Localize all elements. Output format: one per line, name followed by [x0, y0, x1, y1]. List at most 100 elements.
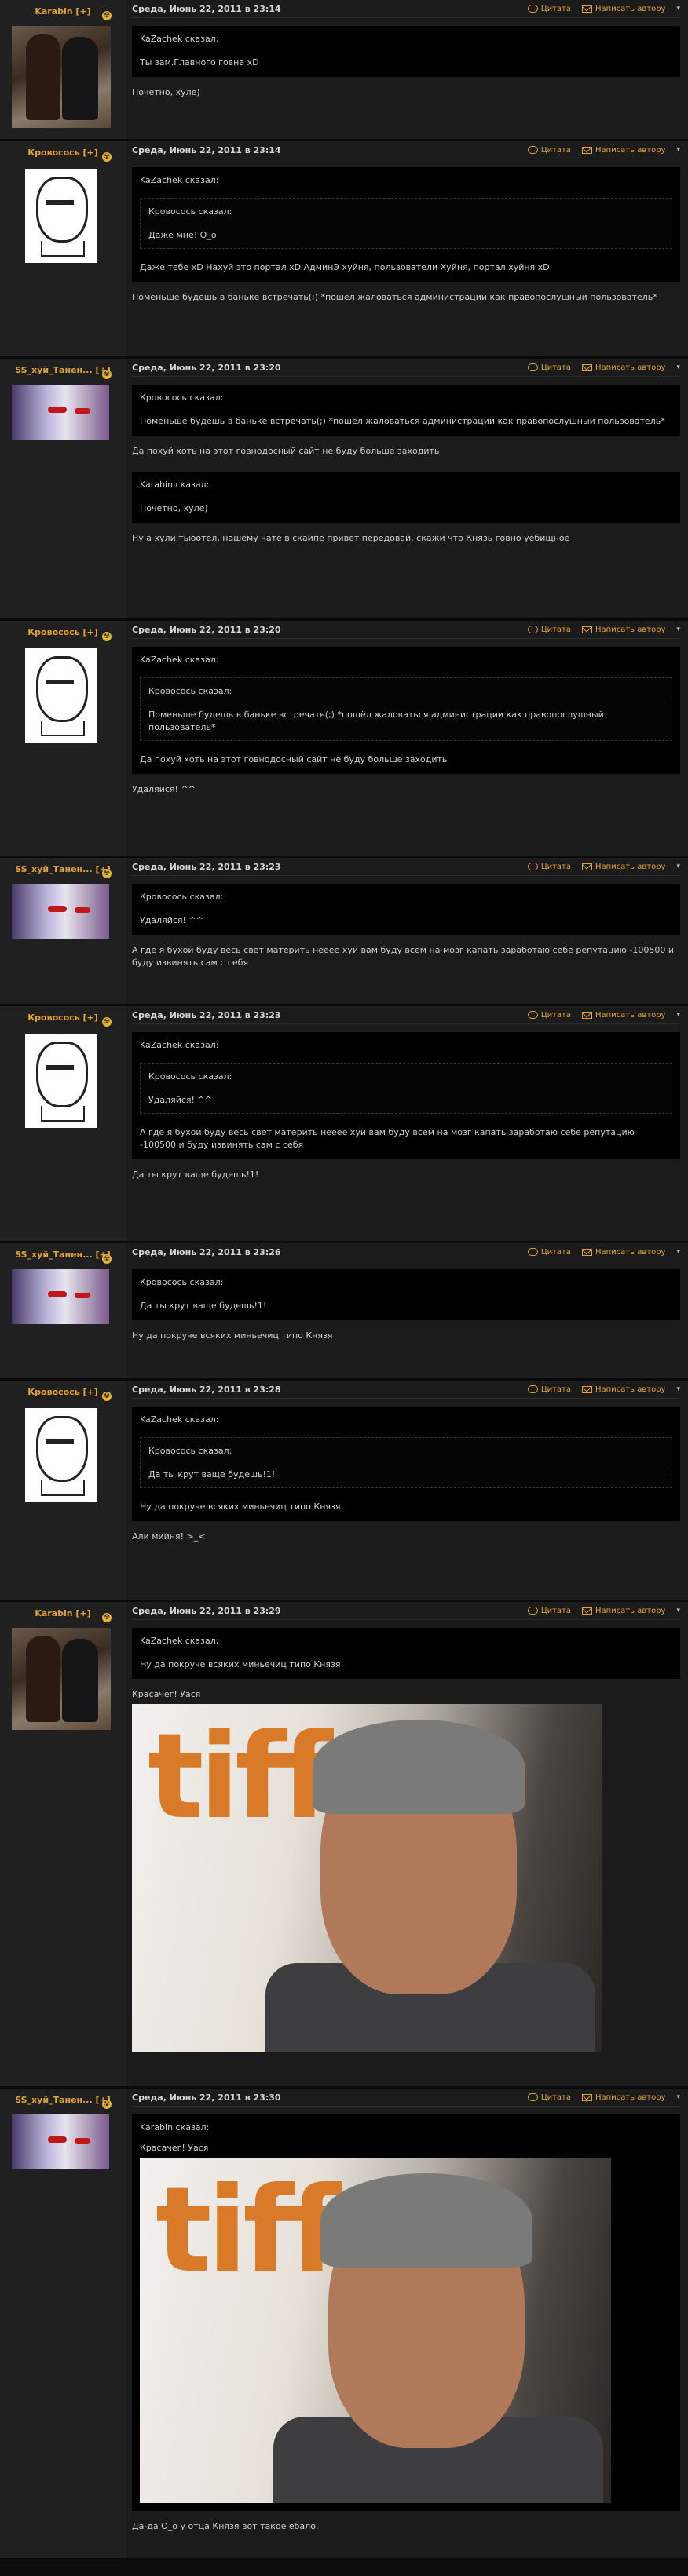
- post-menu-arrow-icon[interactable]: ▾: [676, 863, 680, 870]
- mail-icon: [582, 2093, 593, 2101]
- quote-button[interactable]: Цитата: [527, 863, 571, 871]
- quote-button[interactable]: Цитата: [527, 1385, 571, 1394]
- post-menu-arrow-icon[interactable]: ▾: [676, 1385, 680, 1393]
- quote-text: Поменьше будешь в баньке встречать(;) *п…: [140, 416, 665, 426]
- quote-author: Karabin сказал:: [140, 2122, 210, 2133]
- post-date: Среда, Июнь 22, 2011 в 23:29: [132, 1605, 281, 1616]
- avatar: [25, 1034, 97, 1128]
- quote-icon: [527, 1385, 538, 1393]
- avatar: [25, 648, 97, 743]
- quote-button[interactable]: Цитата: [527, 146, 571, 155]
- radiation-icon: ☢: [102, 152, 112, 162]
- post-body: Да-да О_о у отца Князя вот такое ебало.: [132, 2521, 319, 2531]
- quoted-image: tiff.: [140, 2158, 611, 2503]
- quote-author: KaZachek сказал:: [140, 655, 219, 665]
- quote-text: Да похуй хоть на этот говнодосный сайт н…: [140, 754, 448, 764]
- quote-text: Ну да покруче всяких миньечиц типо Князя: [140, 1501, 341, 1512]
- post-content: Среда, Июнь 22, 2011 в 23:14 Цитата Напи…: [126, 0, 688, 139]
- quote-text: Да ты крут ваще будешь!1!: [140, 1301, 267, 1311]
- quote-text: Поменьше будешь в баньке встречать(;) *п…: [148, 710, 604, 732]
- post: Кровосось [+] ☢ Среда, Июнь 22, 2011 в 2…: [0, 1381, 688, 1602]
- post-menu-arrow-icon[interactable]: ▾: [676, 626, 680, 633]
- quote-block: Кровосось сказал: Удаляйся! ^^: [132, 884, 680, 935]
- pm-author-button[interactable]: Написать автору: [582, 1385, 665, 1394]
- post: Кровосось [+] ☢ Среда, Июнь 22, 2011 в 2…: [0, 621, 688, 858]
- pm-author-button[interactable]: Написать автору: [582, 1607, 665, 1615]
- post-date: Среда, Июнь 22, 2011 в 23:26: [132, 1246, 281, 1257]
- post: SS_xуй_Танен... [+] ☢ Среда, Июнь 22, 20…: [0, 1243, 688, 1381]
- pm-author-button[interactable]: Написать автору: [582, 863, 665, 871]
- post-body: Али мииня! >_<: [132, 1531, 206, 1542]
- post-date: Среда, Июнь 22, 2011 в 23:23: [132, 1009, 281, 1020]
- user-panel: Кровосось [+] ☢: [0, 1006, 126, 1241]
- post-menu-arrow-icon[interactable]: ▾: [676, 5, 680, 13]
- post-menu-arrow-icon[interactable]: ▾: [676, 1011, 680, 1019]
- avatar: [12, 884, 109, 939]
- quote-block: KaZachek сказал: Ну да покруче всяких ми…: [132, 1628, 680, 1679]
- post-date: Среда, Июнь 22, 2011 в 23:23: [132, 861, 281, 872]
- quote-button[interactable]: Цитата: [527, 626, 571, 634]
- post-menu-arrow-icon[interactable]: ▾: [676, 2093, 680, 2101]
- post-date: Среда, Июнь 22, 2011 в 23:14: [132, 144, 281, 155]
- quote-author: KaZachek сказал:: [140, 175, 219, 185]
- quote-author: Кровосось сказал:: [148, 1071, 232, 1082]
- quote-button[interactable]: Цитата: [527, 1248, 571, 1257]
- quote-text: Ты зам.Главного говна xD: [140, 57, 259, 68]
- quote-author: KaZachek сказал:: [140, 1040, 219, 1050]
- avatar: [25, 169, 97, 263]
- quote-button[interactable]: Цитата: [527, 1607, 571, 1615]
- quote-button[interactable]: Цитата: [527, 1011, 571, 1020]
- post-header: Среда, Июнь 22, 2011 в 23:30 Цитата Напи…: [132, 2089, 680, 2107]
- user-panel: SS_xуй_Танен... [+] ☢: [0, 858, 126, 1004]
- post-date: Среда, Июнь 22, 2011 в 23:20: [132, 624, 281, 635]
- post-content: Среда, Июнь 22, 2011 в 23:20 Цитата Напи…: [126, 621, 688, 856]
- radiation-icon: ☢: [102, 11, 112, 20]
- post-body: Поменьше будешь в баньке встречать(;) *п…: [132, 292, 657, 302]
- mail-icon: [582, 863, 593, 870]
- quote-block: Кровосось сказал: Поменьше будешь в бань…: [132, 385, 680, 436]
- radiation-icon: ☢: [102, 370, 112, 379]
- quote-icon: [527, 1607, 538, 1615]
- pm-author-button[interactable]: Написать автору: [582, 1248, 665, 1257]
- user-panel: Karabin [+] ☢: [0, 1602, 126, 2086]
- post-menu-arrow-icon[interactable]: ▾: [676, 1607, 680, 1615]
- radiation-icon: ☢: [102, 869, 112, 878]
- pm-author-button[interactable]: Написать автору: [582, 626, 665, 634]
- pm-author-button[interactable]: Написать автору: [582, 5, 665, 13]
- radiation-icon: ☢: [102, 1017, 112, 1027]
- post-header: Среда, Июнь 22, 2011 в 23:14 Цитата Напи…: [132, 141, 680, 159]
- nested-quote: Кровосось сказал: Поменьше будешь в бань…: [140, 677, 672, 741]
- quote-block: Кровосось сказал: Да ты крут ваще будешь…: [132, 1269, 680, 1320]
- post-content: Среда, Июнь 22, 2011 в 23:23 Цитата Напи…: [126, 1006, 688, 1241]
- quote-button[interactable]: Цитата: [527, 2093, 571, 2102]
- post-menu-arrow-icon[interactable]: ▾: [676, 1248, 680, 1256]
- quote-text: Даже мне! О_о: [148, 230, 217, 240]
- post-menu-arrow-icon[interactable]: ▾: [676, 363, 680, 371]
- pm-author-button[interactable]: Написать автору: [582, 1011, 665, 1020]
- quote-icon: [527, 5, 538, 13]
- pm-author-button[interactable]: Написать автору: [582, 146, 665, 155]
- mail-icon: [582, 1011, 593, 1019]
- quote-text: Удаляйся! ^^: [140, 915, 203, 925]
- post: Кровосось [+] ☢ Среда, Июнь 22, 2011 в 2…: [0, 141, 688, 359]
- post: Кровосось [+] ☢ Среда, Июнь 22, 2011 в 2…: [0, 1006, 688, 1243]
- quote-button[interactable]: Цитата: [527, 363, 571, 372]
- post-body: Удаляйся! ^^: [132, 784, 196, 794]
- quote-block: Karabin сказал: Красачег! Уася tiff.: [132, 2114, 680, 2511]
- user-panel: Karabin [+] ☢: [0, 0, 126, 139]
- post-header: Среда, Июнь 22, 2011 в 23:23 Цитата Напи…: [132, 1006, 680, 1024]
- quote-text: Почетно, хуле): [140, 503, 208, 513]
- quote-author: Кровосось сказал:: [148, 1446, 232, 1456]
- pm-author-button[interactable]: Написать автору: [582, 363, 665, 372]
- post-date: Среда, Июнь 22, 2011 в 23:14: [132, 3, 281, 14]
- quote-button[interactable]: Цитата: [527, 5, 571, 13]
- quote-block: KaZachek сказал: Ты зам.Главного говна x…: [132, 26, 680, 77]
- post: Karabin [+] ☢ Среда, Июнь 22, 2011 в 23:…: [0, 1602, 688, 2089]
- nested-quote: Кровосось сказал: Даже мне! О_о: [140, 198, 672, 249]
- mail-icon: [582, 363, 593, 371]
- avatar: [12, 2114, 109, 2169]
- pm-author-button[interactable]: Написать автору: [582, 2093, 665, 2102]
- post-content: Среда, Июнь 22, 2011 в 23:28 Цитата Напи…: [126, 1381, 688, 1600]
- radiation-icon: ☢: [102, 1254, 112, 1264]
- post-menu-arrow-icon[interactable]: ▾: [676, 146, 680, 154]
